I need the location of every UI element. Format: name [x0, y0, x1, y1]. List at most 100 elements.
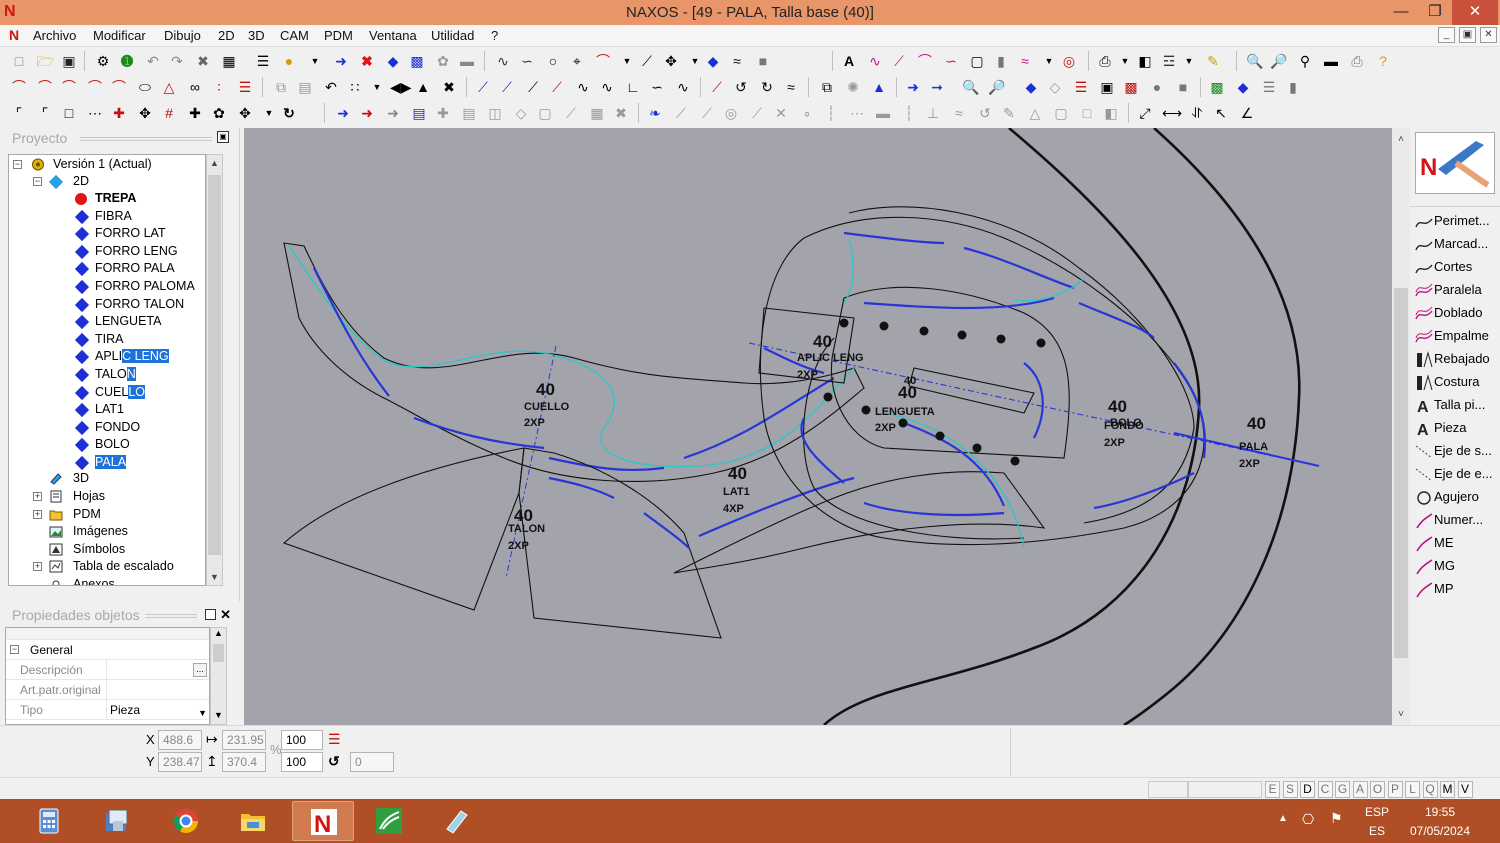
- drawing-canvas[interactable]: 40 CUELLO 2XP 40 TALON 2XP 40 LAT1 4XP 4…: [244, 128, 1392, 725]
- scroll-up-icon[interactable]: ▲: [211, 628, 226, 642]
- boxarrow-gray-icon[interactable]: ◧: [1102, 104, 1120, 122]
- dot-gray-icon[interactable]: ∘: [798, 104, 816, 122]
- gear-icon[interactable]: ⚙: [94, 52, 112, 70]
- dimension-v-icon[interactable]: ⥯: [1188, 104, 1206, 122]
- palette-empalme[interactable]: Empalme: [1414, 325, 1500, 347]
- ticks-gray-icon[interactable]: ┆: [900, 104, 918, 122]
- palette-eje-de-s[interactable]: Eje de s...: [1414, 440, 1500, 462]
- mdi-close-button[interactable]: ✕: [1480, 27, 1497, 43]
- hash-icon[interactable]: #: [160, 104, 178, 122]
- export-dropdown-icon[interactable]: ▼: [1116, 52, 1134, 70]
- wave-gray-icon[interactable]: ≈: [950, 104, 968, 122]
- collapse-icon[interactable]: −: [13, 160, 22, 169]
- grid-icon[interactable]: ∷: [346, 78, 364, 96]
- grid-dropdown-icon[interactable]: ▼: [368, 78, 386, 96]
- tree-scrollbar[interactable]: ▲ ▼: [206, 154, 223, 586]
- grid-gray-icon[interactable]: ▦: [588, 104, 606, 122]
- menu-dibujo[interactable]: Dibujo: [164, 28, 201, 43]
- point-icon[interactable]: ◆: [384, 52, 402, 70]
- explode-icon[interactable]: ✺: [844, 78, 862, 96]
- arrows-red-icon[interactable]: ➜: [358, 104, 376, 122]
- erase-icon[interactable]: ✖: [358, 52, 376, 70]
- arc-tool-2-icon[interactable]: ⌒: [36, 78, 54, 96]
- box-gray-icon[interactable]: □: [1078, 104, 1096, 122]
- gray-shape-1-icon[interactable]: ●: [1148, 78, 1166, 96]
- rotate-ccw-icon[interactable]: ↺: [732, 78, 750, 96]
- palette-cortes[interactable]: Cortes: [1414, 256, 1500, 278]
- pattern-icon[interactable]: ≈: [1016, 52, 1034, 70]
- scale-x-field[interactable]: 100: [281, 730, 323, 750]
- mirror-v-icon[interactable]: ▲: [414, 78, 432, 96]
- mirror-h-icon[interactable]: ◀▶: [390, 78, 412, 96]
- ruler-icon[interactable]: ▬: [1322, 52, 1340, 70]
- palette-mg[interactable]: MG: [1414, 555, 1500, 577]
- menu-ventana[interactable]: Ventana: [369, 28, 417, 43]
- scroll-thumb[interactable]: [208, 175, 221, 555]
- x-field[interactable]: 488.6: [158, 730, 202, 750]
- info-icon[interactable]: ➊: [118, 52, 136, 70]
- rotation-field[interactable]: 0: [350, 752, 394, 772]
- scroll-down-icon[interactable]: ˅: [1392, 707, 1410, 723]
- rect-icon[interactable]: ▢: [968, 52, 986, 70]
- palette-numer[interactable]: Numer...: [1414, 509, 1500, 531]
- arrow-back-icon[interactable]: ➞: [928, 78, 946, 96]
- x-gray-icon[interactable]: ✖: [612, 104, 630, 122]
- taskbar-notes-app[interactable]: [426, 801, 488, 841]
- card-icon[interactable]: ▩: [1122, 78, 1140, 96]
- toggle-l[interactable]: L: [1405, 781, 1420, 798]
- properties-icon[interactable]: ▦: [220, 52, 238, 70]
- slash-gray-icon[interactable]: ⟋: [562, 104, 580, 122]
- zoom-out-icon[interactable]: 🔎: [1270, 52, 1288, 70]
- palette-paralela[interactable]: Paralela: [1414, 279, 1500, 301]
- lines-icon[interactable]: ☰: [236, 78, 254, 96]
- tipo-select[interactable]: Pieza: [106, 700, 209, 719]
- seg-7-icon[interactable]: ∟: [624, 78, 642, 96]
- frame-gray-icon[interactable]: ▢: [536, 104, 554, 122]
- clock-time[interactable]: 19:55: [1400, 805, 1480, 819]
- language-top[interactable]: ESP: [1360, 805, 1394, 819]
- redo-icon[interactable]: ↷: [168, 52, 186, 70]
- loop-icon[interactable]: ∞: [186, 78, 204, 96]
- corner-2-icon[interactable]: ⌜: [36, 104, 54, 122]
- seg-5-icon[interactable]: ∿: [574, 78, 592, 96]
- search-icon[interactable]: 🔍: [962, 78, 980, 96]
- close-button[interactable]: ✕: [1452, 0, 1498, 25]
- layers-2-icon[interactable]: ☰: [1260, 78, 1278, 96]
- tray-chevron-icon[interactable]: ▲: [1278, 813, 1288, 824]
- chevron-down-icon[interactable]: ▼: [198, 703, 207, 723]
- doc-icon[interactable]: ▤: [410, 104, 428, 122]
- ruler-gray-icon[interactable]: ▬: [874, 104, 892, 122]
- toggle-p[interactable]: P: [1387, 781, 1403, 798]
- scale-lock-icon[interactable]: ☰: [328, 729, 341, 749]
- properties-scrollbar[interactable]: ▲ ▼: [210, 627, 227, 725]
- brush-gray-icon[interactable]: ✎: [1000, 104, 1018, 122]
- save-icon[interactable]: ▣: [60, 52, 78, 70]
- curve-icon[interactable]: ∽: [518, 52, 536, 70]
- panel-close-icon[interactable]: ✕: [220, 607, 231, 623]
- taskbar-naxos[interactable]: N: [292, 801, 354, 841]
- stack-icon[interactable]: ▮: [1284, 78, 1302, 96]
- dimension-diag-icon[interactable]: ⤢: [1136, 104, 1154, 122]
- pin-blue-icon[interactable]: ❧: [646, 104, 664, 122]
- toggle-e[interactable]: E: [1265, 781, 1280, 798]
- seg-8-icon[interactable]: ∽: [648, 78, 666, 96]
- seg-1-icon[interactable]: ⟋: [474, 78, 492, 96]
- prop-row-descripcion[interactable]: Descripción ...: [6, 660, 209, 680]
- new-file-icon[interactable]: □: [10, 52, 28, 70]
- expand-icon[interactable]: +: [33, 510, 42, 519]
- taskbar-green-app[interactable]: [358, 801, 420, 841]
- palette-agujero[interactable]: Agujero: [1414, 486, 1500, 508]
- polygon-icon[interactable]: △: [160, 78, 178, 96]
- swirl-gray-icon[interactable]: ↺: [976, 104, 994, 122]
- taskbar-file-manager[interactable]: [86, 801, 148, 841]
- split-icon[interactable]: ◇: [1046, 78, 1064, 96]
- dash-gray-icon[interactable]: ┆: [822, 104, 840, 122]
- scroll-thumb[interactable]: [1394, 288, 1408, 658]
- arrows-gray-icon[interactable]: ➜: [384, 104, 402, 122]
- palette-me[interactable]: ME: [1414, 532, 1500, 554]
- dots-icon[interactable]: ∶: [210, 78, 228, 96]
- menu-modificar[interactable]: Modificar: [93, 28, 146, 43]
- duplicate-icon[interactable]: ⧉: [818, 78, 836, 96]
- triangle-gray-icon[interactable]: △: [1026, 104, 1044, 122]
- corner-1-icon[interactable]: ⌜: [10, 104, 28, 122]
